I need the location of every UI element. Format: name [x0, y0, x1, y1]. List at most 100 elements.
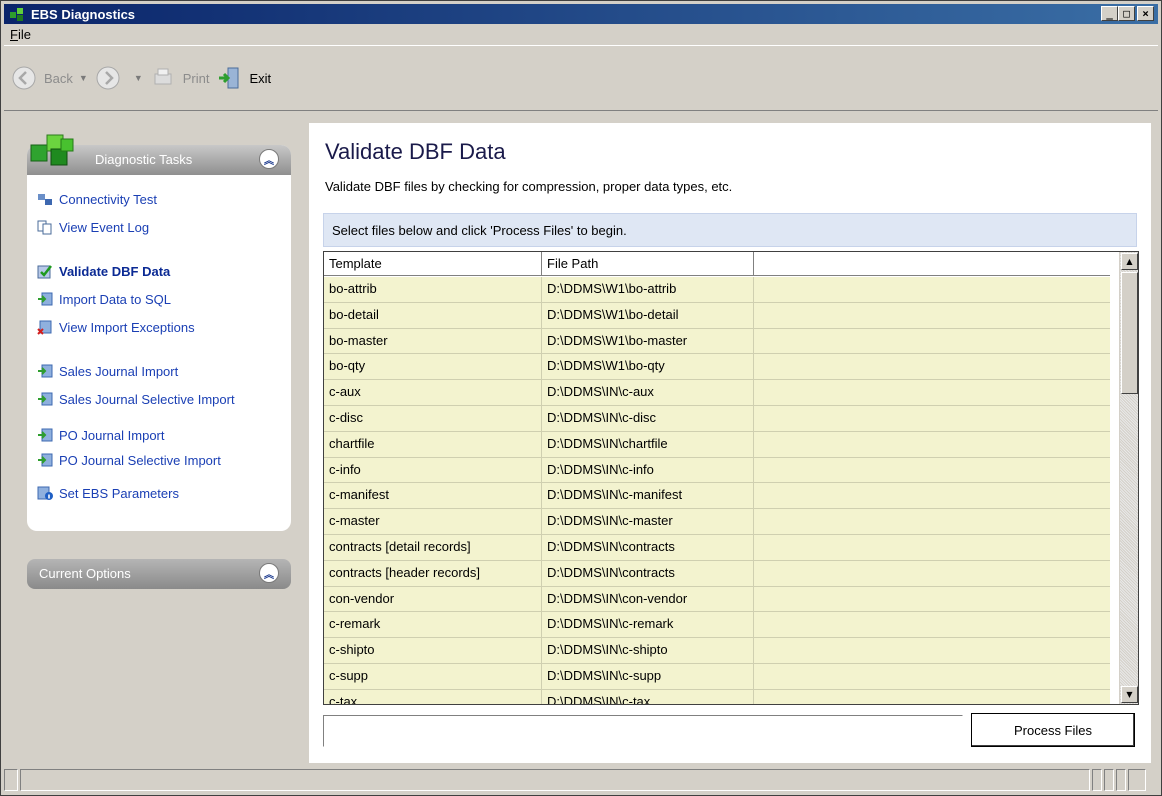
- blank-cell: [754, 329, 1110, 354]
- table-row[interactable]: contracts [detail records] D:\DDMS\IN\con…: [324, 534, 1110, 561]
- close-button[interactable]: ×: [1137, 6, 1154, 21]
- forward-dropdown-icon[interactable]: ▼: [134, 73, 143, 83]
- task-label: Set EBS Parameters: [59, 485, 179, 501]
- task-sales-journal-import[interactable]: Sales Journal Import: [37, 363, 178, 379]
- table-row[interactable]: c-remark D:\DDMS\IN\c-remark: [324, 612, 1110, 639]
- table-row[interactable]: c-aux D:\DDMS\IN\c-aux: [324, 380, 1110, 406]
- process-files-button[interactable]: Process Files: [971, 713, 1135, 747]
- status-panel: [1092, 769, 1102, 791]
- column-header-template[interactable]: Template: [324, 252, 542, 276]
- blank-cell: [754, 509, 1110, 534]
- main-content: Validate DBF Data Validate DBF files by …: [309, 123, 1151, 763]
- file-path-cell: D:\DDMS\IN\c-remark: [542, 612, 754, 638]
- task-label: Validate DBF Data: [59, 263, 171, 279]
- exit-button[interactable]: Exit: [217, 66, 271, 90]
- template-cell: contracts [header records]: [324, 560, 542, 586]
- resize-grip[interactable]: [1128, 769, 1146, 791]
- task-connectivity-test[interactable]: Connectivity Test: [37, 191, 157, 207]
- scroll-thumb[interactable]: [1121, 272, 1138, 394]
- task-import-data-to-sql[interactable]: Import Data to SQL: [37, 291, 171, 307]
- template-cell: contracts [detail records]: [324, 534, 542, 560]
- exceptions-icon: [37, 320, 52, 335]
- blank-cell: [754, 303, 1110, 328]
- template-cell: con-vendor: [324, 586, 542, 612]
- current-options-header[interactable]: Current Options ︽: [27, 559, 291, 589]
- file-path-cell: D:\DDMS\IN\c-disc: [542, 405, 754, 431]
- task-po-journal-import[interactable]: PO Journal Import: [37, 427, 165, 443]
- file-path-cell: D:\DDMS\IN\chartfile: [542, 431, 754, 457]
- task-view-event-log[interactable]: View Event Log: [37, 219, 149, 235]
- scroll-up-button[interactable]: ▲: [1121, 253, 1138, 270]
- table-row[interactable]: contracts [header records] D:\DDMS\IN\con…: [324, 560, 1110, 587]
- network-icon: [38, 194, 52, 205]
- blank-cell: [754, 483, 1110, 508]
- current-options-title: Current Options: [39, 566, 131, 581]
- table-row[interactable]: c-master D:\DDMS\IN\c-master: [324, 509, 1110, 535]
- exit-door-icon: [219, 67, 239, 89]
- task-label: Connectivity Test: [59, 191, 158, 207]
- task-validate-dbf-data[interactable]: Validate DBF Data: [37, 263, 170, 279]
- table-row[interactable]: c-supp D:\DDMS\IN\c-supp: [324, 663, 1110, 690]
- validate-icon: [37, 265, 52, 279]
- file-grid[interactable]: Template File Path bo-attrib D:\DDMS\W1\b…: [323, 251, 1139, 705]
- back-dropdown-icon[interactable]: ▼: [79, 73, 88, 83]
- grid-header: Template File Path: [324, 252, 1110, 276]
- vertical-scrollbar[interactable]: ▲ ▼: [1119, 252, 1138, 704]
- file-path-cell: D:\DDMS\W1\bo-attrib: [542, 277, 754, 302]
- title-bar[interactable]: EBS Diagnostics _ □ ×: [4, 4, 1158, 24]
- table-row[interactable]: c-manifest D:\DDMS\IN\c-manifest: [324, 483, 1110, 510]
- template-cell: c-master: [324, 509, 542, 534]
- forward-button[interactable]: ▼: [96, 66, 143, 90]
- printer-icon: [154, 68, 172, 85]
- page-description: Validate DBF files by checking for compr…: [325, 179, 733, 194]
- file-path-cell: D:\DDMS\W1\bo-qty: [542, 354, 754, 380]
- blank-cell: [754, 354, 1110, 379]
- menu-file[interactable]: File: [4, 27, 37, 42]
- template-cell: c-remark: [324, 612, 542, 638]
- scroll-down-button[interactable]: ▼: [1121, 686, 1138, 703]
- collapse-chevron-icon[interactable]: ︽: [259, 149, 279, 169]
- import-icon: [38, 292, 53, 306]
- print-button[interactable]: Print: [151, 66, 209, 90]
- table-row[interactable]: chartfile D:\DDMS\IN\chartfile: [324, 431, 1110, 458]
- template-cell: c-disc: [324, 405, 542, 431]
- table-row[interactable]: c-disc D:\DDMS\IN\c-disc: [324, 405, 1110, 432]
- table-row[interactable]: bo-attrib D:\DDMS\W1\bo-attrib: [324, 277, 1110, 303]
- import-icon: [38, 453, 53, 467]
- table-row[interactable]: c-shipto D:\DDMS\IN\c-shipto: [324, 638, 1110, 664]
- template-cell: c-tax: [324, 689, 542, 704]
- file-path-cell: D:\DDMS\W1\bo-master: [542, 328, 754, 354]
- forward-arrow-icon: [96, 66, 120, 90]
- task-sales-journal-selective-import[interactable]: Sales Journal Selective Import: [37, 391, 235, 407]
- table-row[interactable]: con-vendor D:\DDMS\IN\con-vendor: [324, 586, 1110, 613]
- table-row[interactable]: bo-detail D:\DDMS\W1\bo-detail: [324, 302, 1110, 329]
- diagnostic-cubes-icon: [30, 134, 74, 166]
- column-header-blank[interactable]: [754, 252, 1110, 276]
- task-label: Sales Journal Selective Import: [59, 391, 235, 407]
- task-view-import-exceptions[interactable]: View Import Exceptions: [37, 319, 195, 335]
- toolbar: Back ▼ ▼ Print Exit: [4, 45, 1158, 111]
- maximize-button[interactable]: □: [1118, 6, 1135, 21]
- column-header-file-path[interactable]: File Path: [542, 252, 754, 276]
- file-path-cell: D:\DDMS\IN\c-info: [542, 457, 754, 483]
- instruction-bar: Select files below and click 'Process Fi…: [323, 213, 1137, 247]
- table-row[interactable]: c-info D:\DDMS\IN\c-info: [324, 457, 1110, 484]
- blank-cell: [754, 406, 1110, 431]
- status-panel: [1104, 769, 1114, 791]
- table-row[interactable]: bo-qty D:\DDMS\W1\bo-qty: [324, 354, 1110, 381]
- import-icon: [38, 428, 53, 442]
- file-path-cell: D:\DDMS\IN\c-manifest: [542, 483, 754, 509]
- table-row[interactable]: bo-master D:\DDMS\W1\bo-master: [324, 328, 1110, 355]
- collapse-chevron-icon[interactable]: ︽: [259, 563, 279, 583]
- template-cell: bo-master: [324, 328, 542, 354]
- menu-file-label: ile: [17, 27, 31, 42]
- template-cell: c-shipto: [324, 638, 542, 663]
- minimize-button[interactable]: _: [1101, 6, 1118, 21]
- menu-bar: File: [4, 25, 1158, 44]
- back-button[interactable]: Back ▼: [12, 66, 88, 90]
- task-set-ebs-parameters[interactable]: Set EBS Parameters: [37, 485, 179, 501]
- task-label: View Import Exceptions: [59, 319, 195, 335]
- app-cubes-icon: [10, 8, 23, 21]
- task-po-journal-selective-import[interactable]: PO Journal Selective Import: [37, 452, 221, 468]
- table-row[interactable]: c-tax D:\DDMS\IN\c-tax: [324, 689, 1110, 704]
